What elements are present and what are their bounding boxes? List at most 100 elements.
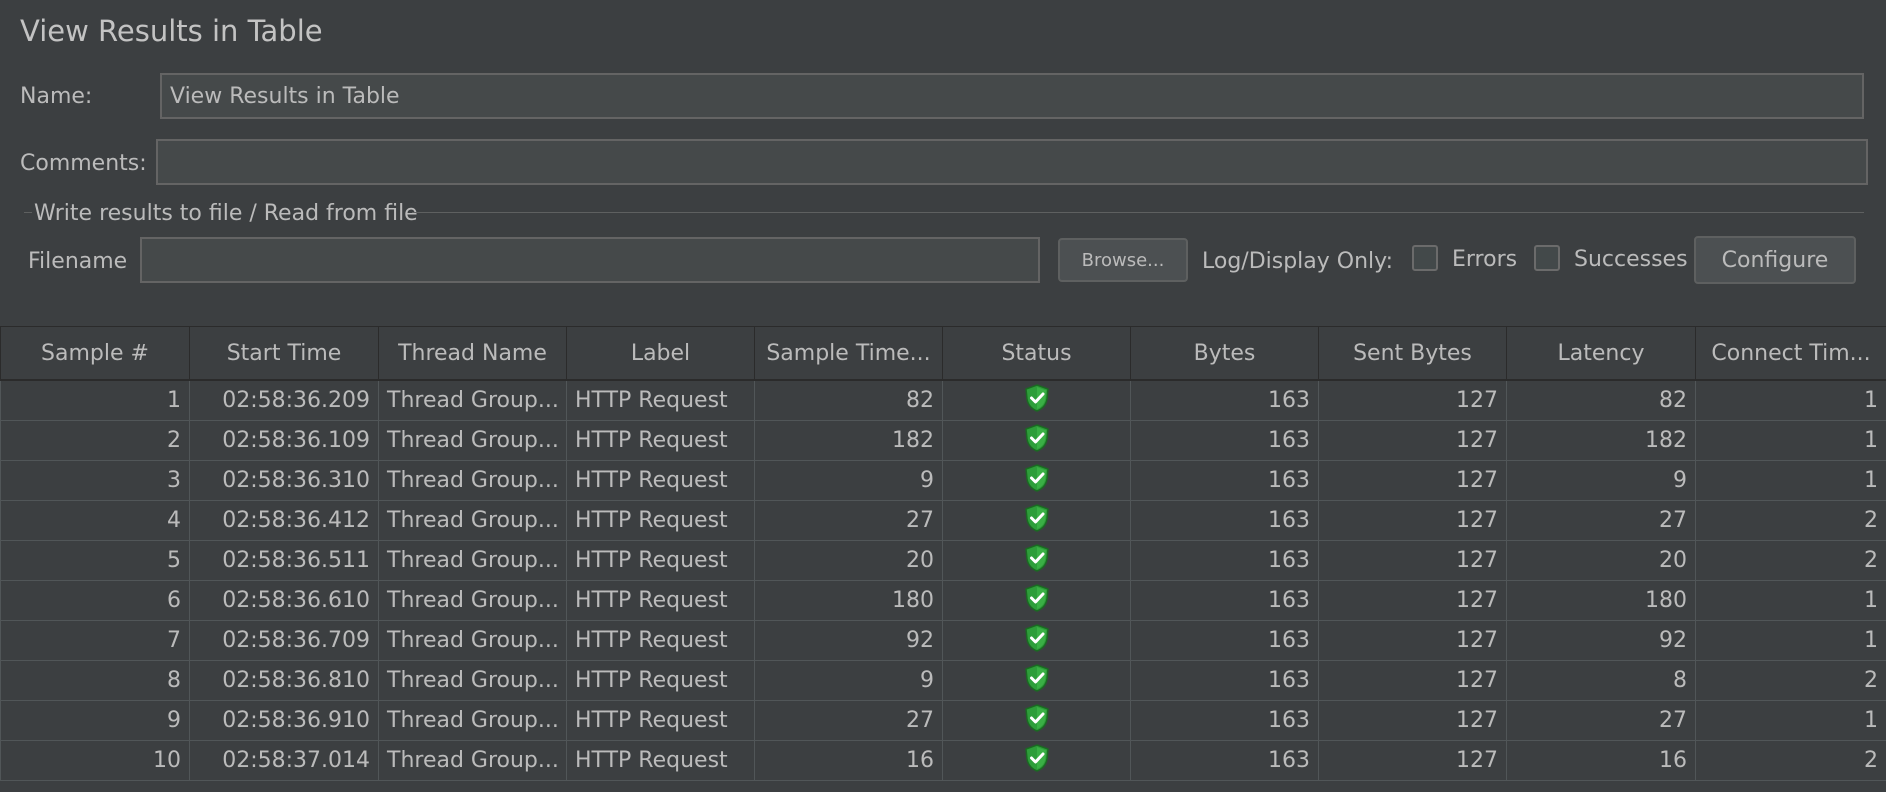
cell-sample-time: 20 xyxy=(754,540,943,581)
cell-bytes: 163 xyxy=(1130,540,1319,581)
table-row[interactable]: 6 02:58:36.610 Thread Group... HTTP Request… xyxy=(0,580,1886,621)
cell-status xyxy=(942,500,1131,541)
cell-latency: 27 xyxy=(1506,700,1696,741)
cell-label: HTTP Request xyxy=(566,379,755,421)
cell-label: HTTP Request xyxy=(566,740,755,781)
cell-connect-time: 1 xyxy=(1695,580,1886,621)
cell-thread-name: Thread Group... xyxy=(378,540,567,581)
results-table-container[interactable]: Sample # Start Time Thread Name Label Sa… xyxy=(0,326,1886,792)
cell-sent-bytes: 127 xyxy=(1318,620,1507,661)
cell-latency: 180 xyxy=(1506,580,1696,621)
success-shield-icon xyxy=(1024,543,1050,578)
cell-start-time: 02:58:36.209 xyxy=(189,379,379,421)
column-header-sample-time[interactable]: Sample Time... xyxy=(754,326,943,381)
configure-button[interactable]: Configure xyxy=(1694,236,1856,284)
cell-sample-time: 16 xyxy=(754,740,943,781)
table-row[interactable]: 1 02:58:36.209 Thread Group... HTTP Request… xyxy=(0,379,1886,421)
cell-start-time: 02:58:36.109 xyxy=(189,420,379,461)
cell-sample-number: 3 xyxy=(0,460,190,501)
column-header-status[interactable]: Status xyxy=(942,326,1131,381)
cell-connect-time: 2 xyxy=(1695,660,1886,701)
column-header-connect-time[interactable]: Connect Tim... xyxy=(1695,326,1886,381)
cell-label: HTTP Request xyxy=(566,500,755,541)
filename-label: Filename xyxy=(28,249,128,274)
cell-latency: 20 xyxy=(1506,540,1696,581)
cell-sample-time: 9 xyxy=(754,660,943,701)
errors-label: Errors xyxy=(1452,247,1518,272)
cell-sample-time: 92 xyxy=(754,620,943,661)
cell-sent-bytes: 127 xyxy=(1318,700,1507,741)
cell-start-time: 02:58:36.511 xyxy=(189,540,379,581)
column-header-latency[interactable]: Latency xyxy=(1506,326,1696,381)
success-shield-icon xyxy=(1024,423,1050,458)
cell-sample-time: 182 xyxy=(754,420,943,461)
cell-sent-bytes: 127 xyxy=(1318,379,1507,421)
column-header-bytes[interactable]: Bytes xyxy=(1130,326,1319,381)
cell-bytes: 163 xyxy=(1130,460,1319,501)
cell-status xyxy=(942,540,1131,581)
cell-start-time: 02:58:36.610 xyxy=(189,580,379,621)
group-border-left xyxy=(24,212,32,213)
cell-bytes: 163 xyxy=(1130,700,1319,741)
table-row[interactable]: 5 02:58:36.511 Thread Group... HTTP Request… xyxy=(0,540,1886,581)
cell-bytes: 163 xyxy=(1130,379,1319,421)
cell-sample-time: 82 xyxy=(754,379,943,421)
table-row[interactable]: 2 02:58:36.109 Thread Group... HTTP Request… xyxy=(0,420,1886,461)
table-row[interactable]: 4 02:58:36.412 Thread Group... HTTP Request… xyxy=(0,500,1886,541)
cell-status xyxy=(942,700,1131,741)
table-row[interactable]: 3 02:58:36.310 Thread Group... HTTP Request… xyxy=(0,460,1886,501)
cell-latency: 27 xyxy=(1506,500,1696,541)
cell-latency: 9 xyxy=(1506,460,1696,501)
results-table: Sample # Start Time Thread Name Label Sa… xyxy=(0,326,1886,781)
cell-latency: 92 xyxy=(1506,620,1696,661)
group-border-right xyxy=(412,212,1864,213)
column-header-sent-bytes[interactable]: Sent Bytes xyxy=(1318,326,1507,381)
cell-sent-bytes: 127 xyxy=(1318,580,1507,621)
column-header-label[interactable]: Label xyxy=(566,326,755,381)
success-shield-icon xyxy=(1024,743,1050,778)
cell-connect-time: 1 xyxy=(1695,460,1886,501)
cell-latency: 82 xyxy=(1506,379,1696,421)
successes-checkbox[interactable] xyxy=(1534,245,1560,271)
cell-status xyxy=(942,740,1131,781)
cell-status xyxy=(942,620,1131,661)
cell-label: HTTP Request xyxy=(566,660,755,701)
table-row[interactable]: 7 02:58:36.709 Thread Group... HTTP Request… xyxy=(0,620,1886,661)
comments-field[interactable] xyxy=(156,139,1868,185)
errors-checkbox[interactable] xyxy=(1412,245,1438,271)
column-header-thread-name[interactable]: Thread Name xyxy=(378,326,567,381)
cell-latency: 16 xyxy=(1506,740,1696,781)
name-label: Name: xyxy=(20,84,93,109)
cell-sent-bytes: 127 xyxy=(1318,660,1507,701)
name-field[interactable] xyxy=(160,73,1864,119)
cell-connect-time: 2 xyxy=(1695,740,1886,781)
cell-status xyxy=(942,580,1131,621)
table-row[interactable]: 10 02:58:37.014 Thread Group... HTTP Reques… xyxy=(0,740,1886,781)
cell-status xyxy=(942,420,1131,461)
table-row[interactable]: 9 02:58:36.910 Thread Group... HTTP Request… xyxy=(0,700,1886,741)
cell-status xyxy=(942,379,1131,421)
column-header-start-time[interactable]: Start Time xyxy=(189,326,379,381)
log-display-label: Log/Display Only: xyxy=(1202,249,1393,274)
cell-sent-bytes: 127 xyxy=(1318,540,1507,581)
cell-connect-time: 1 xyxy=(1695,420,1886,461)
file-group-title: Write results to file / Read from file xyxy=(34,201,418,226)
browse-button[interactable]: Browse... xyxy=(1058,238,1188,282)
column-header-sample-number[interactable]: Sample # xyxy=(0,326,190,381)
cell-sample-time: 27 xyxy=(754,500,943,541)
table-row[interactable]: 8 02:58:36.810 Thread Group... HTTP Request… xyxy=(0,660,1886,701)
cell-bytes: 163 xyxy=(1130,580,1319,621)
cell-thread-name: Thread Group... xyxy=(378,660,567,701)
cell-sample-time: 180 xyxy=(754,580,943,621)
cell-connect-time: 1 xyxy=(1695,620,1886,661)
cell-thread-name: Thread Group... xyxy=(378,420,567,461)
cell-sent-bytes: 127 xyxy=(1318,420,1507,461)
cell-start-time: 02:58:36.310 xyxy=(189,460,379,501)
cell-thread-name: Thread Group... xyxy=(378,740,567,781)
success-shield-icon xyxy=(1024,463,1050,498)
cell-bytes: 163 xyxy=(1130,660,1319,701)
cell-sample-number: 7 xyxy=(0,620,190,661)
cell-bytes: 163 xyxy=(1130,620,1319,661)
cell-sample-number: 5 xyxy=(0,540,190,581)
filename-field[interactable] xyxy=(140,237,1040,283)
